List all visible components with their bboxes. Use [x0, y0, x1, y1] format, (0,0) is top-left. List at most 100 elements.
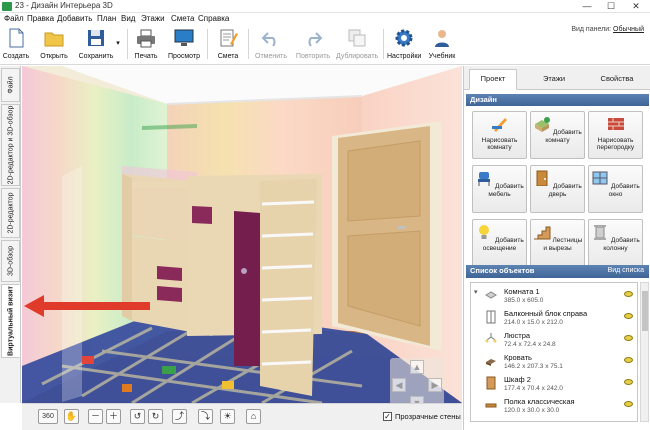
rotate-360-button[interactable]: 360 — [38, 409, 58, 424]
menu-help[interactable]: Справка — [198, 14, 229, 23]
menu-estimate[interactable]: Смета — [171, 14, 194, 23]
tab-properties-label: Свойства — [600, 74, 634, 83]
window-icon — [592, 171, 608, 185]
nav-right-icon[interactable]: ▶ — [428, 378, 442, 392]
room-icon — [485, 291, 497, 299]
object-dimensions: 120.0 x 30.0 x 30.0 — [504, 407, 560, 414]
tab-file[interactable]: Файл — [1, 68, 20, 102]
estimate-button[interactable]: Смета — [214, 27, 242, 63]
list-item[interactable]: Шкаф 2 177.4 x 70.4 x 242.0 — [471, 373, 637, 395]
tab-2d-editor-and-3d-label: 2D-редактор и 3D-обзор — [7, 105, 14, 185]
tab-virtual-visit[interactable]: Виртуальный визит — [1, 284, 20, 358]
visibility-eye-icon[interactable] — [624, 335, 633, 341]
close-button[interactable]: ✕ — [625, 0, 647, 13]
undo-button[interactable]: Отменить — [253, 27, 289, 63]
3d-viewport[interactable]: ▲ ◀ ▶ ▼ — [22, 66, 462, 403]
folder-icon — [44, 32, 64, 47]
tab-floors-label: Этажи — [542, 74, 566, 83]
redo-button[interactable]: Повторить — [293, 27, 333, 63]
object-list-scrollbar[interactable] — [640, 282, 649, 422]
menu-add[interactable]: Добавить — [57, 14, 92, 23]
rotate-left-icon[interactable]: ↺ — [130, 409, 145, 424]
tab-3d-view[interactable]: 3D-обзор — [1, 240, 20, 282]
balcony-door-icon — [486, 310, 496, 324]
menu-edit[interactable]: Правка — [27, 14, 54, 23]
tab-2d-editor[interactable]: 2D-редактор — [1, 188, 20, 238]
add-lighting-button[interactable]: Добавить освещение — [472, 219, 527, 267]
scrollbar-thumb[interactable] — [642, 291, 648, 331]
menu-bar: Файл Правка Добавить План Вид Этажи Смет… — [0, 13, 650, 25]
collapse-arrow-icon[interactable]: ▾ — [474, 288, 478, 296]
rotate-right-icon[interactable]: ↻ — [148, 409, 163, 424]
save-button[interactable]: Сохранить — [74, 27, 118, 63]
zoom-in-icon[interactable]: ＋ — [106, 409, 121, 424]
panel-view-selector[interactable]: Вид панели: Обычный — [571, 26, 644, 33]
visibility-eye-icon[interactable] — [624, 401, 633, 407]
object-dimensions: 146.2 x 207.3 x 75.1 — [504, 363, 563, 370]
nav-left-icon[interactable]: ◀ — [392, 378, 406, 392]
add-furniture-button[interactable]: Добавить мебель — [472, 165, 527, 213]
list-item[interactable]: Кровать 146.2 x 207.3 x 75.1 — [471, 351, 637, 373]
left-vertical-tabs: Файл 2D-редактор и 3D-обзор 2D-редактор … — [0, 66, 21, 403]
object-dimensions: 72.4 x 72.4 x 24.8 — [504, 341, 556, 348]
object-name: Кровать — [504, 353, 532, 362]
home-view-icon[interactable]: ⌂ — [246, 409, 261, 424]
preview-button[interactable]: Просмотр — [167, 27, 201, 63]
nav-up-icon[interactable]: ▲ — [410, 360, 424, 374]
visibility-eye-icon[interactable] — [624, 357, 633, 363]
duplicate-button[interactable]: Дублировать — [336, 27, 378, 63]
panel-view-value[interactable]: Обычный — [613, 26, 644, 33]
nav-down-icon[interactable]: ▼ — [410, 396, 424, 403]
menu-view[interactable]: Вид — [121, 14, 135, 23]
visibility-eye-icon[interactable] — [624, 313, 633, 319]
tutorial-button[interactable]: Учебник — [427, 27, 457, 63]
maximize-button[interactable]: ☐ — [600, 0, 622, 13]
visibility-eye-icon[interactable] — [624, 379, 633, 385]
add-column-button[interactable]: Добавить колонну — [588, 219, 643, 267]
add-door-button[interactable]: Добавить дверь — [530, 165, 585, 213]
object-list: ▾ Комната 1 385.0 x 605.0 Балконный блок… — [470, 282, 638, 422]
menu-plan[interactable]: План — [97, 14, 116, 23]
tilt-up-icon[interactable]: ⤴ — [172, 409, 187, 424]
tab-floors[interactable]: Этажи — [526, 69, 582, 90]
add-room-button[interactable]: Добавить комнату — [530, 111, 585, 159]
redo-label: Повторить — [295, 53, 331, 60]
duplicate-icon — [348, 29, 366, 47]
menu-file[interactable]: Файл — [4, 14, 24, 23]
toolbar-separator — [248, 29, 249, 59]
visibility-eye-icon[interactable] — [624, 291, 633, 297]
list-item[interactable]: Балконный блок справа 214.0 x 15.0 x 212… — [471, 307, 637, 329]
tilt-down-icon[interactable]: ⤵ — [198, 409, 213, 424]
right-panel: Проект Этажи Свойства Дизайн Нарисовать … — [463, 66, 650, 430]
stairs-cutouts-button[interactable]: Лестницы и вырезы — [530, 219, 585, 267]
add-window-button[interactable]: Добавить окно — [588, 165, 643, 213]
menu-floors[interactable]: Этажи — [141, 14, 165, 23]
tab-project[interactable]: Проект — [469, 69, 517, 90]
tutorial-label: Учебник — [428, 53, 456, 60]
app-icon — [2, 2, 12, 11]
view-list-toggle[interactable]: Вид списка — [608, 267, 644, 274]
shelf-icon — [485, 403, 497, 408]
hand-pan-icon[interactable]: ✋ — [64, 409, 79, 424]
lighting-bulb-icon[interactable]: ☀ — [220, 409, 235, 424]
add-window-label: Добавить окно — [608, 183, 640, 198]
printer-icon — [137, 29, 155, 48]
open-label: Открыть — [40, 53, 68, 60]
list-item[interactable]: Люстра 72.4 x 72.4 x 24.8 — [471, 329, 637, 351]
tab-properties[interactable]: Свойства — [588, 69, 646, 90]
preview-label: Просмотр — [168, 53, 200, 60]
zoom-out-icon[interactable]: － — [88, 409, 103, 424]
list-item[interactable]: Полка классическая 120.0 x 30.0 x 30.0 — [471, 395, 637, 417]
settings-button[interactable]: Настройки — [387, 27, 421, 63]
draw-partition-button[interactable]: Нарисовать перегородку — [588, 111, 643, 159]
create-button[interactable]: Создать — [2, 27, 30, 63]
draw-room-button[interactable]: Нарисовать комнату — [472, 111, 527, 159]
new-document-icon — [9, 28, 24, 48]
tab-2d-editor-and-3d[interactable]: 2D-редактор и 3D-обзор — [1, 104, 20, 186]
open-button[interactable]: Открыть — [37, 27, 71, 63]
print-button[interactable]: Печать — [132, 27, 160, 63]
transparent-walls-checkbox[interactable]: ✓ — [383, 412, 392, 421]
list-item[interactable]: ▾ Комната 1 385.0 x 605.0 — [471, 285, 637, 307]
minimize-button[interactable]: — — [576, 0, 598, 13]
pencil-ruler-icon — [491, 118, 507, 132]
